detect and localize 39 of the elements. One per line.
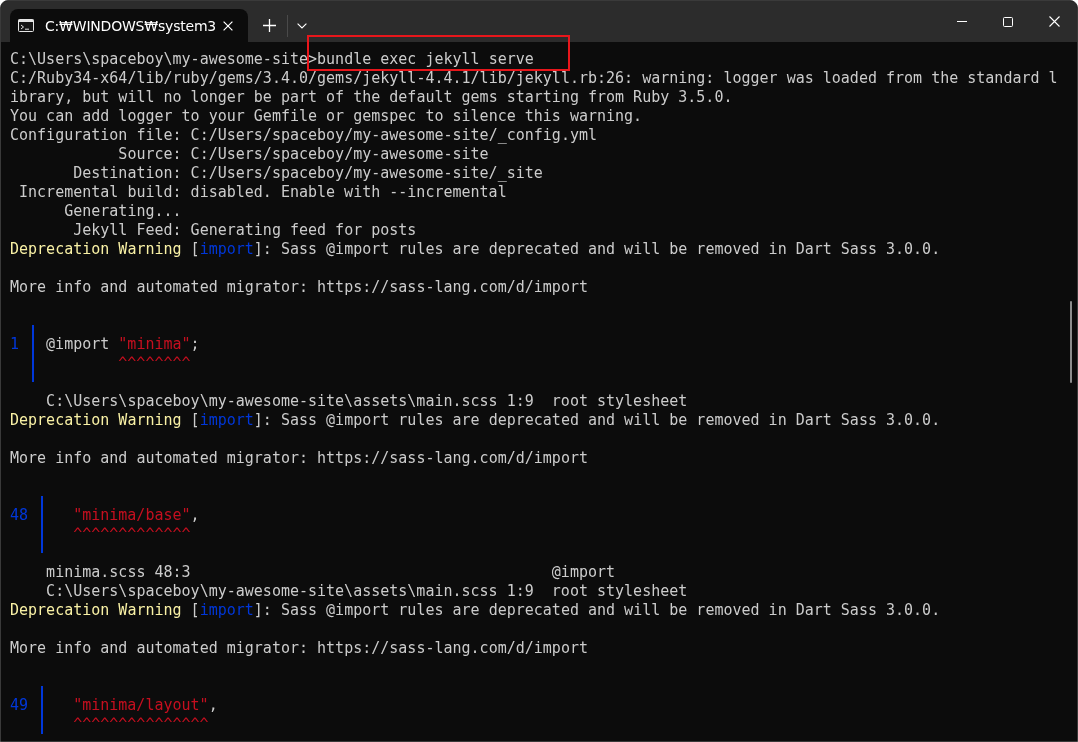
maximize-icon[interactable]	[1003, 16, 1013, 27]
trace-member: @import	[551, 562, 616, 582]
output-line: ibrary, but will no longer be part of the default gems starting from Ruby 3.5.0.	[10, 87, 733, 106]
output-line: Destination: C:/Users/spaceboy/my-awesome-site/_site	[73, 163, 543, 182]
output-line: C:/Ruby34-x64/lib/ruby/gems/3.4.0/gems/jekyll-4.4.1/lib/jekyll.rb:26: warning: logger was loaded from the standard l	[10, 68, 1058, 87]
terminal-tab[interactable]: C:₩WINDOWS₩system3	[10, 9, 248, 42]
output-line: Jekyll Feed: Generating feed for posts	[73, 220, 417, 239]
error-marker: ^^^^^^^^^^^^^	[73, 524, 191, 544]
output-line: More info and automated migrator: https://sass-lang.com/d/import	[10, 448, 588, 467]
output-line: Incremental build: disabled. Enable with --incremental	[19, 182, 507, 201]
output-line: Source: C:/Users/spaceboy/my-awesome-site	[118, 144, 489, 163]
terminal-icon	[18, 19, 34, 32]
code-line: "minima/layout",	[73, 695, 218, 715]
output-line: More info and automated migrator: https://sass-lang.com/d/import	[10, 277, 588, 296]
trace-location: C:\Users\spaceboy\my-awesome-site\assets\main.scss 1:9	[46, 391, 534, 411]
output-line: You can add logger to your Gemfile or gemspec to silence this warning.	[10, 106, 643, 125]
warning-line: Deprecation Warning [import]: Sass @import rules are deprecated and will be removed in Dart Sass 3.0.0.	[10, 239, 941, 258]
output-line: Configuration file: C:/Users/spaceboy/my-awesome-site/_config.yml	[10, 125, 597, 144]
line-number: 48	[10, 505, 29, 525]
code-line: @import "minima";	[46, 334, 200, 354]
trace-location: C:\Users\spaceboy\my-awesome-site\assets\main.scss 1:9	[46, 581, 534, 601]
code-line: "minima/base",	[73, 505, 200, 525]
warning-line: Deprecation Warning [import]: Sass @import rules are deprecated and will be removed in Dart Sass 3.0.0.	[10, 600, 941, 619]
trace-member: root stylesheet	[551, 581, 688, 601]
error-marker: ^^^^^^^^^^^^^^^	[73, 714, 209, 734]
error-marker: ^^^^^^^^	[118, 353, 191, 373]
output-line: More info and automated migrator: https://sass-lang.com/d/import	[10, 638, 588, 657]
trace-member: root stylesheet	[551, 391, 688, 411]
warning-line: Deprecation Warning [import]: Sass @import rules are deprecated and will be removed in Dart Sass 3.0.0.	[10, 410, 941, 429]
scrollbar-thumb[interactable]	[1070, 301, 1072, 383]
trace-location: minima.scss 48:3	[46, 562, 191, 582]
close-icon[interactable]	[1048, 16, 1060, 27]
line-number: 1	[10, 334, 20, 354]
output-line: Generating...	[64, 201, 182, 220]
chevron-icon[interactable]	[297, 22, 307, 29]
command-text: bundle exec jekyll serve	[317, 49, 534, 68]
close-icon[interactable]	[223, 20, 233, 31]
line-number: 49	[10, 695, 29, 715]
plus-icon[interactable]	[263, 19, 276, 32]
